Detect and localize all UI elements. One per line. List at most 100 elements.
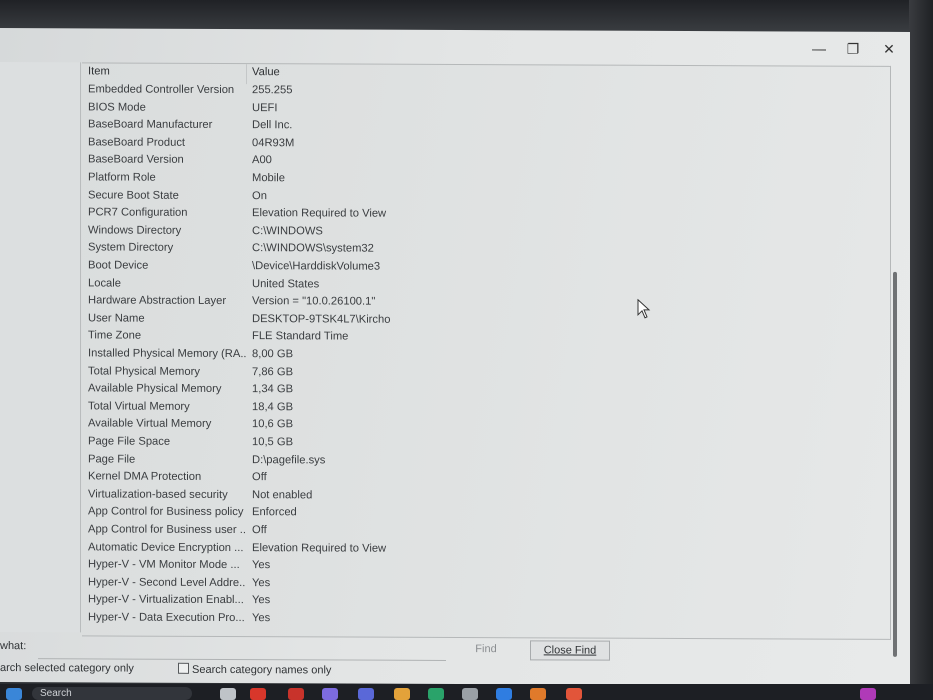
row-value: A00 (252, 154, 272, 167)
row-item: Hyper-V - Virtualization Enabl... (88, 593, 244, 607)
grid-header: Item Value (82, 65, 882, 85)
chrome-icon[interactable] (250, 688, 266, 700)
row-item: Hardware Abstraction Layer (88, 294, 227, 308)
row-value: On (252, 189, 267, 202)
find-what-label: what: (0, 640, 27, 653)
maximize-button[interactable]: ❐ (838, 38, 868, 60)
row-item: PCR7 Configuration (88, 206, 188, 220)
table-row[interactable]: Hyper-V - Data Execution Pro... Yes (82, 611, 882, 631)
row-value: D:\pagefile.sys (252, 453, 326, 467)
close-window-button[interactable]: ✕ (874, 38, 904, 60)
minimize-button[interactable]: — (804, 38, 834, 60)
row-value: Elevation Required to View (252, 207, 387, 220)
row-item: System Directory (88, 241, 174, 255)
teams-icon[interactable] (358, 688, 374, 700)
column-header-item[interactable]: Item (88, 65, 246, 78)
row-value: Off (252, 524, 267, 537)
row-item: BaseBoard Version (88, 153, 184, 167)
minimize-icon: — (812, 40, 826, 57)
row-item: Total Physical Memory (88, 364, 200, 378)
find-button[interactable]: Find (450, 640, 522, 658)
details-grid[interactable]: Item Value Embedded Controller Version 25… (82, 62, 891, 640)
checkbox-icon[interactable] (178, 662, 189, 674)
app-icon-magenta[interactable] (860, 688, 876, 700)
row-value: 1,34 GB (252, 383, 294, 396)
row-item: Boot Device (88, 259, 149, 272)
title-bar: — ❐ ✕ (0, 28, 910, 66)
row-item: Embedded Controller Version (88, 83, 235, 97)
row-item: Page File Space (88, 435, 171, 448)
row-item: Locale (88, 276, 121, 290)
row-item: Available Virtual Memory (88, 417, 212, 431)
row-item: BaseBoard Product (88, 136, 186, 149)
close-icon: ✕ (883, 40, 895, 57)
row-value: 10,5 GB (252, 436, 294, 449)
row-item: BaseBoard Manufacturer (88, 118, 213, 132)
row-value: 10,6 GB (252, 418, 294, 431)
close-find-button[interactable]: Close Find (530, 640, 610, 661)
search-category-names-label: Search category names only (192, 663, 332, 677)
row-item: Page File (88, 452, 136, 466)
file-explorer-icon[interactable] (394, 688, 410, 700)
row-item: Hyper-V - Second Level Addre... (88, 576, 246, 589)
app-icon-orange[interactable] (530, 688, 546, 700)
search-selected-category-option[interactable]: arch selected category only (0, 662, 134, 675)
category-tree-pane[interactable] (0, 62, 81, 633)
row-value: Elevation Required to View (252, 541, 387, 555)
row-value: Mobile (252, 172, 285, 185)
row-item: User Name (88, 312, 145, 325)
row-value: C:\WINDOWS (252, 224, 323, 238)
row-item: Available Physical Memory (88, 382, 222, 396)
row-value: Yes (252, 559, 271, 572)
row-item: Hyper-V - VM Monitor Mode ... (88, 558, 240, 572)
row-value: UEFI (252, 101, 278, 114)
row-value: \Device\HarddiskVolume3 (252, 260, 381, 273)
taskbar: Search (0, 684, 933, 700)
row-item: App Control for Business policy (88, 505, 244, 519)
row-value: Yes (252, 612, 271, 625)
row-value: Yes (252, 576, 271, 589)
row-value: 18,4 GB (252, 400, 294, 414)
app-icon-orange-red[interactable] (566, 688, 582, 700)
vertical-scrollbar-thumb[interactable] (893, 271, 897, 657)
column-divider[interactable] (246, 64, 247, 85)
row-value: 8,00 GB (252, 348, 294, 361)
row-value: Dell Inc. (252, 119, 293, 132)
row-item: Total Virtual Memory (88, 400, 190, 413)
close-find-label: Close Find (543, 644, 597, 657)
find-bar: what: Find Close Find arch selected cate… (0, 632, 910, 686)
row-item: Platform Role (88, 171, 156, 184)
row-item: Virtualization-based security (88, 488, 228, 501)
system-information-window: — ❐ ✕ Item Value Embedded Controller Ver… (0, 28, 910, 686)
row-value: DESKTOP-9TSK4L7\Kircho (252, 312, 391, 326)
row-value: Version = "10.0.26100.1" (252, 295, 376, 308)
column-header-value[interactable]: Value (252, 66, 280, 78)
app-icon-blue[interactable] (496, 688, 512, 700)
row-value: FLE Standard Time (252, 330, 349, 343)
row-item: Automatic Device Encryption ... (88, 540, 244, 554)
row-item: Installed Physical Memory (RA... (88, 347, 246, 361)
edge-icon[interactable] (428, 688, 444, 700)
row-value: United States (252, 277, 320, 291)
app-icon-purple[interactable] (322, 688, 338, 700)
row-item: Time Zone (88, 329, 142, 343)
find-input[interactable] (38, 638, 446, 661)
row-value: 04R93M (252, 136, 295, 150)
app-icon-gray[interactable] (462, 688, 478, 700)
taskbar-search-box[interactable]: Search (32, 687, 192, 700)
windows-start-icon[interactable] (6, 688, 22, 700)
row-item: Hyper-V - Data Execution Pro... (88, 611, 245, 625)
mouse-pointer-icon (637, 298, 651, 319)
row-value: Enforced (252, 506, 297, 519)
taskview-icon[interactable] (220, 688, 236, 700)
row-item: BIOS Mode (88, 100, 146, 114)
restore-icon: ❐ (846, 40, 860, 57)
row-value: Off (252, 471, 267, 484)
row-value: C:\WINDOWS\system32 (252, 242, 374, 256)
app-icon-red[interactable] (288, 688, 304, 700)
screen-bezel-right (909, 0, 933, 700)
row-item: App Control for Business user ... (88, 523, 246, 537)
row-item: Kernel DMA Protection (88, 470, 202, 484)
row-value: 255.255 (252, 84, 293, 97)
search-category-names-option[interactable]: Search category names only (178, 662, 332, 677)
